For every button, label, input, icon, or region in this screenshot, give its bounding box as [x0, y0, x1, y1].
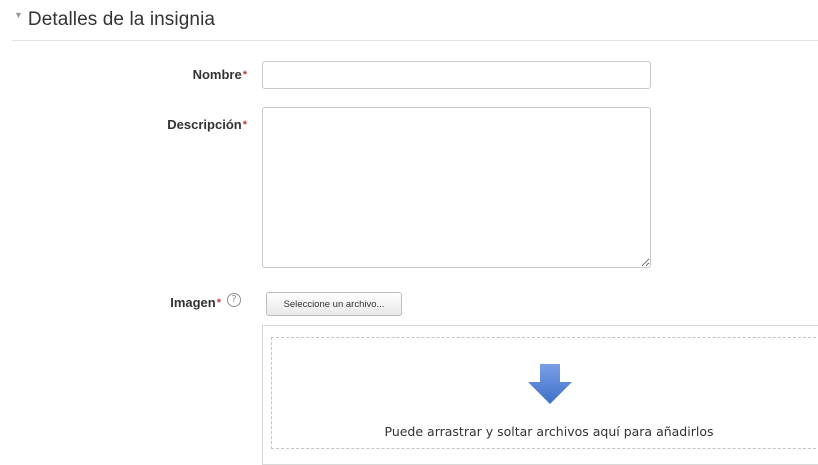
dropzone-text: Puede arrastrar y soltar archivos aquí p…	[384, 424, 714, 439]
select-file-button[interactable]: Seleccione un archivo...	[266, 292, 402, 316]
section-title: Detalles de la insignia	[27, 9, 216, 30]
required-marker: *	[242, 119, 247, 131]
descripcion-label: Descripción*	[167, 117, 247, 132]
section-header[interactable]: ▼ Detalles de la insignia	[14, 9, 215, 31]
nombre-label-text: Nombre	[192, 67, 242, 82]
nombre-label: Nombre*	[193, 67, 247, 82]
help-icon[interactable]: ?	[227, 293, 241, 307]
required-marker: *	[242, 69, 247, 81]
dropzone-dashed-area[interactable]: Puede arrastrar y soltar archivos aquí p…	[271, 337, 818, 449]
nombre-input[interactable]	[262, 61, 651, 89]
arrow-down-icon	[528, 364, 572, 404]
required-marker: *	[216, 297, 221, 309]
descripcion-label-text: Descripción	[167, 117, 242, 132]
file-dropzone[interactable]: Puede arrastrar y soltar archivos aquí p…	[262, 325, 818, 465]
imagen-label: Imagen*	[170, 295, 221, 310]
section-divider	[12, 40, 818, 41]
imagen-label-text: Imagen	[170, 295, 216, 310]
collapse-triangle-icon[interactable]: ▼	[14, 10, 23, 20]
descripcion-textarea[interactable]	[262, 107, 651, 268]
